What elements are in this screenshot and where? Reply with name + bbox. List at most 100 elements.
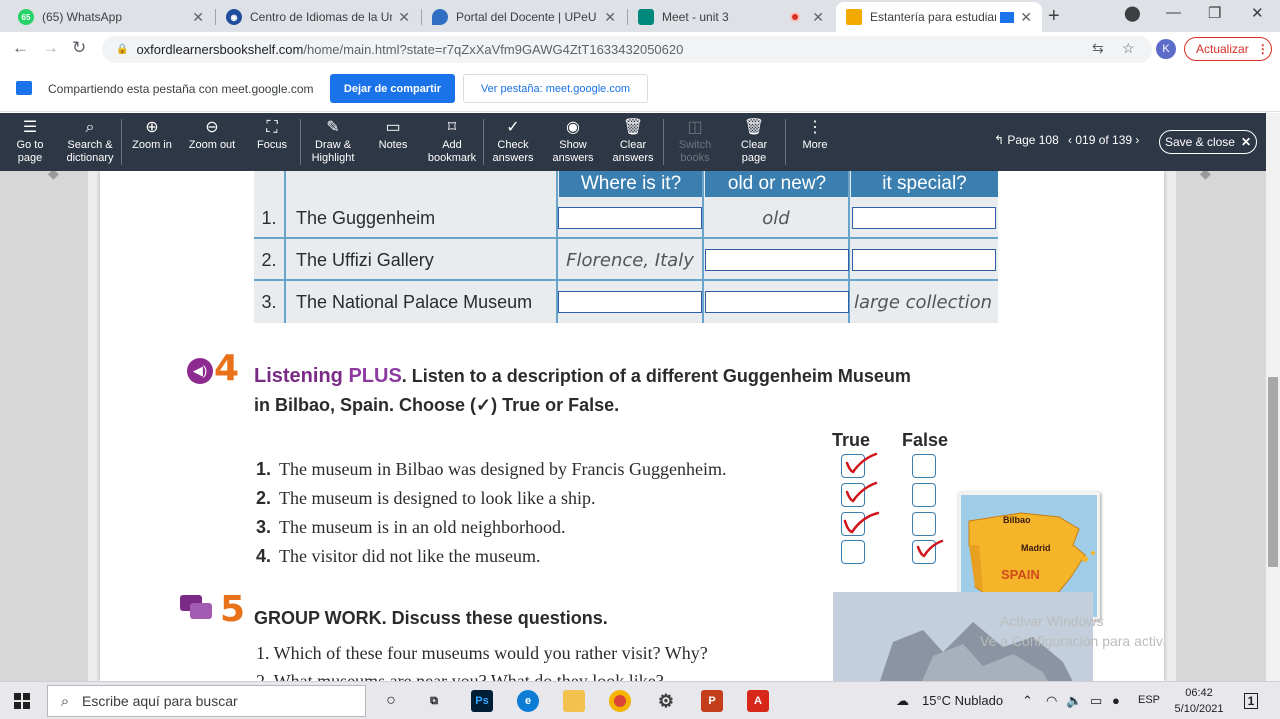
task-view-icon[interactable]: ⧉: [423, 690, 445, 712]
weather-icon[interactable]: ☁: [896, 693, 909, 709]
tool-label: Search &: [67, 139, 113, 151]
map-label-spain: SPAIN: [1001, 567, 1040, 582]
tool-label: page: [17, 152, 43, 164]
close-tab-icon[interactable]: ✕: [398, 9, 410, 26]
minimize-icon[interactable]: —: [1166, 4, 1181, 21]
tool-label: Zoom in: [132, 139, 172, 151]
list-icon: ☰: [22, 119, 38, 136]
answer-input[interactable]: [705, 291, 849, 313]
close-tab-icon[interactable]: ✕: [1020, 9, 1032, 26]
notifications-icon[interactable]: 1: [1240, 690, 1262, 712]
chrome-icon[interactable]: [609, 690, 631, 712]
sharing-message: Compartiendo esta pestaña con meet.googl…: [48, 82, 314, 96]
reload-icon[interactable]: ↻: [72, 38, 86, 58]
maximize-icon[interactable]: ❐: [1208, 4, 1221, 22]
taskbar-search-field[interactable]: ⌕ Escribe aquí para buscar: [47, 685, 366, 717]
new-tab-button[interactable]: +: [1048, 5, 1060, 28]
next-page-icon[interactable]: ›: [1132, 133, 1139, 147]
settings-gear-icon[interactable]: ⚙: [655, 690, 677, 712]
back-icon[interactable]: ←: [12, 38, 29, 58]
tool-label: More: [802, 139, 828, 151]
focus-button[interactable]: ⛶ Focus: [252, 117, 292, 169]
save-close-button[interactable]: Save & close ✕: [1159, 130, 1257, 154]
title-part: Discuss these questions.: [386, 608, 608, 628]
bookmark-star-icon[interactable]: ☆: [1122, 40, 1135, 57]
powerpoint-icon[interactable]: P: [701, 690, 723, 712]
next-page-arrow-icon[interactable]: ◆: [1200, 171, 1211, 182]
search-dictionary-button[interactable]: ⌕ Search & dictionary: [62, 117, 118, 169]
answer-input[interactable]: [705, 249, 849, 271]
tab-search-icon[interactable]: ⬤: [1124, 4, 1141, 22]
switch-books-button[interactable]: ◫ Switch books: [672, 117, 718, 169]
tab-title: (65) WhatsApp: [42, 10, 123, 24]
scroll-thumb[interactable]: [1268, 377, 1278, 567]
close-tab-icon[interactable]: ✕: [192, 9, 204, 26]
tab-estanteria[interactable]: Estantería para estudiant ✕: [836, 2, 1042, 32]
tool-label: Switch: [678, 139, 712, 151]
forward-icon[interactable]: →: [42, 38, 59, 58]
more-button[interactable]: ⋮ More: [796, 117, 834, 169]
clock-date: 5/10/2021: [1174, 703, 1224, 715]
stop-sharing-button[interactable]: Dejar de compartir: [330, 74, 455, 103]
page-indicator[interactable]: ↰ Page 108: [994, 133, 1059, 147]
tray-chevron-icon[interactable]: ⌃: [1022, 693, 1033, 709]
url-field[interactable]: 🔒 oxfordlearnersbookshelf.com/home/main.…: [102, 36, 1152, 63]
museum-name: The National Palace Museum: [296, 292, 533, 312]
clear-page-button[interactable]: 🗑 Clear page: [732, 117, 776, 169]
page-scrollbar[interactable]: [1266, 113, 1280, 681]
notes-button[interactable]: ▭ Notes: [374, 117, 412, 169]
language-indicator[interactable]: ESP: [1138, 694, 1160, 706]
view-tab-button[interactable]: Ver pestaña: meet.google.com: [463, 74, 648, 103]
false-checkbox[interactable]: [912, 454, 936, 478]
translate-icon[interactable]: ⇆: [1092, 40, 1104, 57]
check-answers-button[interactable]: ✓ Check answers: [490, 117, 536, 169]
edge-icon[interactable]: e: [517, 690, 539, 712]
map-label-bilbao: Bilbao: [1003, 515, 1031, 525]
answer-input[interactable]: [852, 207, 996, 229]
zoom-in-button[interactable]: ⊕ Zoom in: [126, 117, 178, 169]
volume-icon[interactable]: 🔈: [1066, 693, 1082, 709]
close-window-icon[interactable]: ✕: [1251, 4, 1264, 22]
tab-centro-idiomas[interactable]: ◉ Centro de Idiomas de la Univ ✕: [216, 2, 420, 32]
true-checkbox[interactable]: [841, 540, 865, 564]
prev-page-arrow-icon[interactable]: ◆: [48, 171, 59, 182]
page-edge-right: [1164, 171, 1176, 681]
go-to-page-button[interactable]: ☰ Go to page: [10, 117, 50, 169]
answer-input[interactable]: [558, 207, 702, 229]
statement-number: 4.: [256, 546, 272, 566]
wifi-icon[interactable]: ◠: [1046, 693, 1057, 709]
more-vertical-icon: ⋮: [807, 119, 823, 136]
windows-start-icon[interactable]: [14, 693, 30, 709]
photoshop-icon[interactable]: Ps: [471, 690, 493, 712]
tab-meet[interactable]: Meet - unit 3 ✕: [628, 2, 834, 32]
tab-portal-docente[interactable]: Portal del Docente | UPeU ✕: [422, 2, 626, 32]
answer-input[interactable]: [852, 249, 996, 271]
false-checkbox[interactable]: [912, 483, 936, 507]
clear-answers-button[interactable]: 🗑 Clear answers: [610, 117, 656, 169]
close-tab-icon[interactable]: ✕: [812, 9, 824, 26]
add-bookmark-button[interactable]: ⌑ Add bookmark: [424, 117, 480, 169]
zoom-out-button[interactable]: ⊖ Zoom out: [184, 117, 240, 169]
false-checkbox[interactable]: [912, 512, 936, 536]
clock[interactable]: 06:42 5/10/2021: [1170, 685, 1228, 717]
weather-text[interactable]: 15°C Nublado: [922, 693, 1003, 708]
discussion-question: 1. Which of these four museums would you…: [256, 643, 708, 663]
zoom-in-icon: ⊕: [145, 119, 159, 136]
cortana-icon[interactable]: ○: [380, 690, 402, 712]
show-answers-button[interactable]: ◉ Show answers: [550, 117, 596, 169]
audio-speaker-icon[interactable]: ◀): [187, 358, 213, 384]
tab-whatsapp[interactable]: 65 (65) WhatsApp ✕: [8, 2, 214, 32]
draw-highlight-button[interactable]: ✎ Draw & Highlight: [306, 117, 360, 169]
answer-input[interactable]: [558, 291, 702, 313]
battery-icon[interactable]: ▭: [1090, 693, 1102, 709]
section-number: 4: [214, 348, 240, 389]
acrobat-icon[interactable]: A: [747, 690, 769, 712]
profile-avatar[interactable]: K: [1156, 39, 1176, 59]
statement-number: 3.: [256, 517, 272, 537]
file-explorer-icon[interactable]: [563, 690, 585, 712]
update-button[interactable]: Actualizar ⋮: [1184, 37, 1272, 61]
microphone-icon[interactable]: ●: [1112, 693, 1120, 708]
tab-title: Meet - unit 3: [662, 10, 729, 24]
close-tab-icon[interactable]: ✕: [604, 9, 616, 26]
title-part: PLUS: [348, 365, 402, 387]
